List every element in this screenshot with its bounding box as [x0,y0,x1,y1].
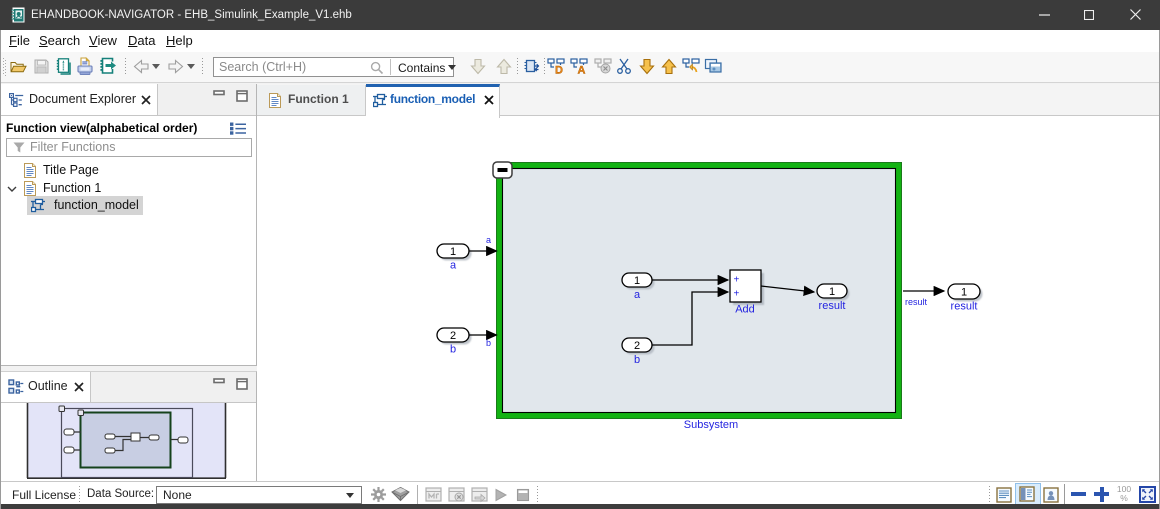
svg-text:1: 1 [634,275,640,287]
svg-text:+: + [734,275,740,286]
svg-text:a: a [486,235,491,245]
svg-text:1: 1 [450,246,456,258]
svg-text:Subsystem: Subsystem [684,419,738,431]
svg-text:A: A [578,65,586,76]
svg-text:b: b [634,354,640,366]
svg-text:result: result [819,300,846,312]
svg-text:2: 2 [450,330,456,342]
svg-text:D: D [555,65,563,76]
svg-text:1: 1 [961,287,967,299]
svg-text:b: b [450,344,456,356]
svg-text:a: a [450,260,457,272]
svg-text:b: b [486,338,491,348]
svg-text:+: + [734,289,740,300]
svg-text:Add: Add [735,304,755,316]
svg-text:result: result [905,297,928,307]
svg-text:result: result [951,301,978,313]
svg-text:1: 1 [829,286,835,298]
svg-text:a: a [634,289,641,301]
svg-text:2: 2 [634,340,640,352]
